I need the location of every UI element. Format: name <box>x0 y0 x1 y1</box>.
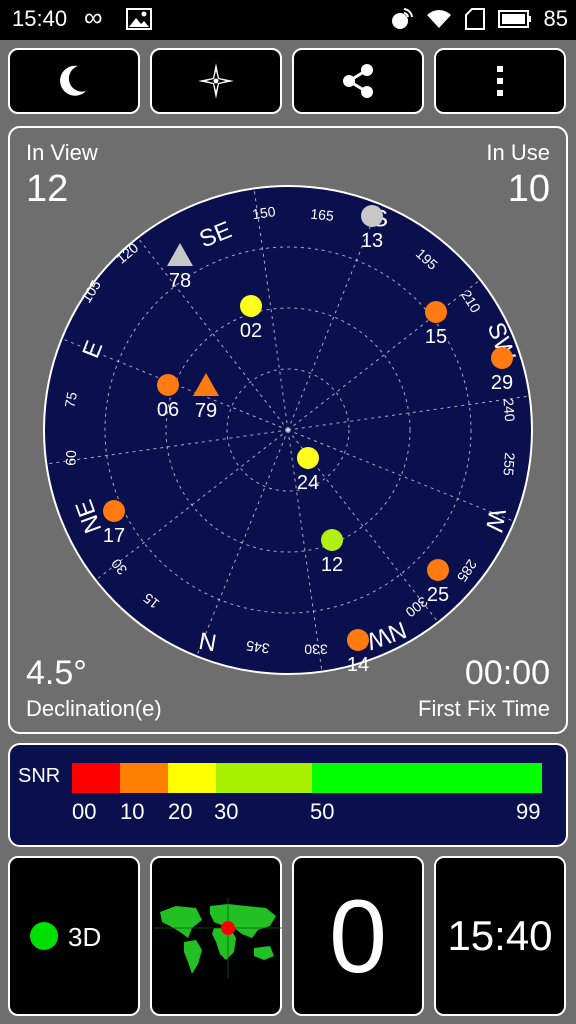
night-mode-button[interactable] <box>8 48 140 114</box>
degree-label: 330 <box>304 641 328 657</box>
clock-value: 15:40 <box>447 912 553 959</box>
wifi-icon <box>426 10 451 28</box>
share-icon <box>343 64 373 98</box>
satellite-label: 06 <box>157 399 179 421</box>
snr-tick: 99 <box>516 799 541 824</box>
status-time: 15:40 <box>12 6 68 31</box>
satellite-marker-24 <box>297 447 319 469</box>
snr-color-bar <box>72 763 542 793</box>
satellite-marker-15 <box>425 301 447 323</box>
satellite-marker-13 <box>361 205 383 227</box>
degree-label: 75 <box>61 391 79 409</box>
world-map-icon <box>154 898 282 978</box>
satellite-marker-12 <box>321 529 343 551</box>
satellite-label: 25 <box>427 584 449 606</box>
degree-label: 165 <box>310 206 335 224</box>
more-options-button[interactable] <box>434 48 566 114</box>
satellite-label: 02 <box>240 320 262 342</box>
moon-icon <box>60 65 86 96</box>
share-button[interactable] <box>292 48 424 114</box>
snr-tick: 30 <box>214 799 239 824</box>
image-icon <box>126 8 152 30</box>
degree-label: 255 <box>500 452 518 477</box>
snr-tick: 10 <box>120 799 145 824</box>
satellite-label: 17 <box>103 525 125 547</box>
compass-button[interactable] <box>150 48 282 114</box>
satellite-sky-plot: SESSWWNWNNEE1501651952102402552853003303… <box>43 185 533 676</box>
location-map-tile[interactable] <box>150 856 282 1016</box>
clock-tile[interactable]: 15:40 <box>434 856 566 1016</box>
satellite-label: 15 <box>425 326 447 348</box>
snr-segment <box>72 763 120 793</box>
satellite-label: 29 <box>491 372 513 394</box>
snr-legend: SNR 00 10 20 30 50 99 <box>8 743 568 847</box>
fix-mode-label: 3D <box>68 922 102 952</box>
snr-label: SNR <box>18 765 61 787</box>
status-bar: 15:40 ∞ 85 <box>0 0 576 40</box>
satellite-label: 79 <box>195 400 217 422</box>
location-icon <box>391 8 413 29</box>
satellite-label: 14 <box>347 654 369 676</box>
sky-view-panel: In View 12 In Use 10 SESSWWNWNNEE1501651… <box>8 126 568 734</box>
snr-segment <box>120 763 168 793</box>
satellite-marker-17 <box>103 500 125 522</box>
snr-tick: 50 <box>310 799 335 824</box>
degree-label: 60 <box>62 450 79 466</box>
compass-rose-icon <box>198 63 234 99</box>
big-counter-value: 0 <box>329 879 387 995</box>
satellite-marker-06 <box>157 374 179 396</box>
fix-status-tile[interactable]: 3D <box>8 856 140 1016</box>
toolbar <box>8 48 568 118</box>
declination-label: Declination(e) <box>26 696 162 721</box>
fix-status-dot <box>30 922 58 950</box>
satellite-label: 13 <box>361 230 383 252</box>
snr-segment <box>168 763 216 793</box>
sim-card-icon <box>464 8 485 30</box>
first-fix-label: First Fix Time <box>418 696 550 721</box>
battery-level: 85 <box>543 6 568 31</box>
first-fix-value: 00:00 <box>464 654 550 692</box>
degree-label: 150 <box>251 203 277 222</box>
snr-segment <box>312 763 542 793</box>
declination-value: 4.5° <box>26 654 87 692</box>
big-counter-tile[interactable]: 0 <box>292 856 424 1016</box>
satellite-marker-29 <box>491 347 513 369</box>
satellite-marker-25 <box>427 559 449 581</box>
satellite-marker-02 <box>240 295 262 317</box>
snr-tick: 20 <box>168 799 193 824</box>
satellite-marker-14 <box>347 629 369 651</box>
satellite-label: 12 <box>321 554 343 576</box>
satellite-label: 24 <box>297 472 319 494</box>
degree-label: 345 <box>245 638 271 657</box>
satellite-label: 78 <box>169 270 191 292</box>
infinity-icon: ∞ <box>84 2 103 32</box>
more-vertical-icon <box>497 66 503 96</box>
snr-segment <box>216 763 312 793</box>
battery-icon <box>497 10 531 28</box>
snr-tick: 00 <box>72 799 97 824</box>
degree-label: 240 <box>500 398 518 423</box>
